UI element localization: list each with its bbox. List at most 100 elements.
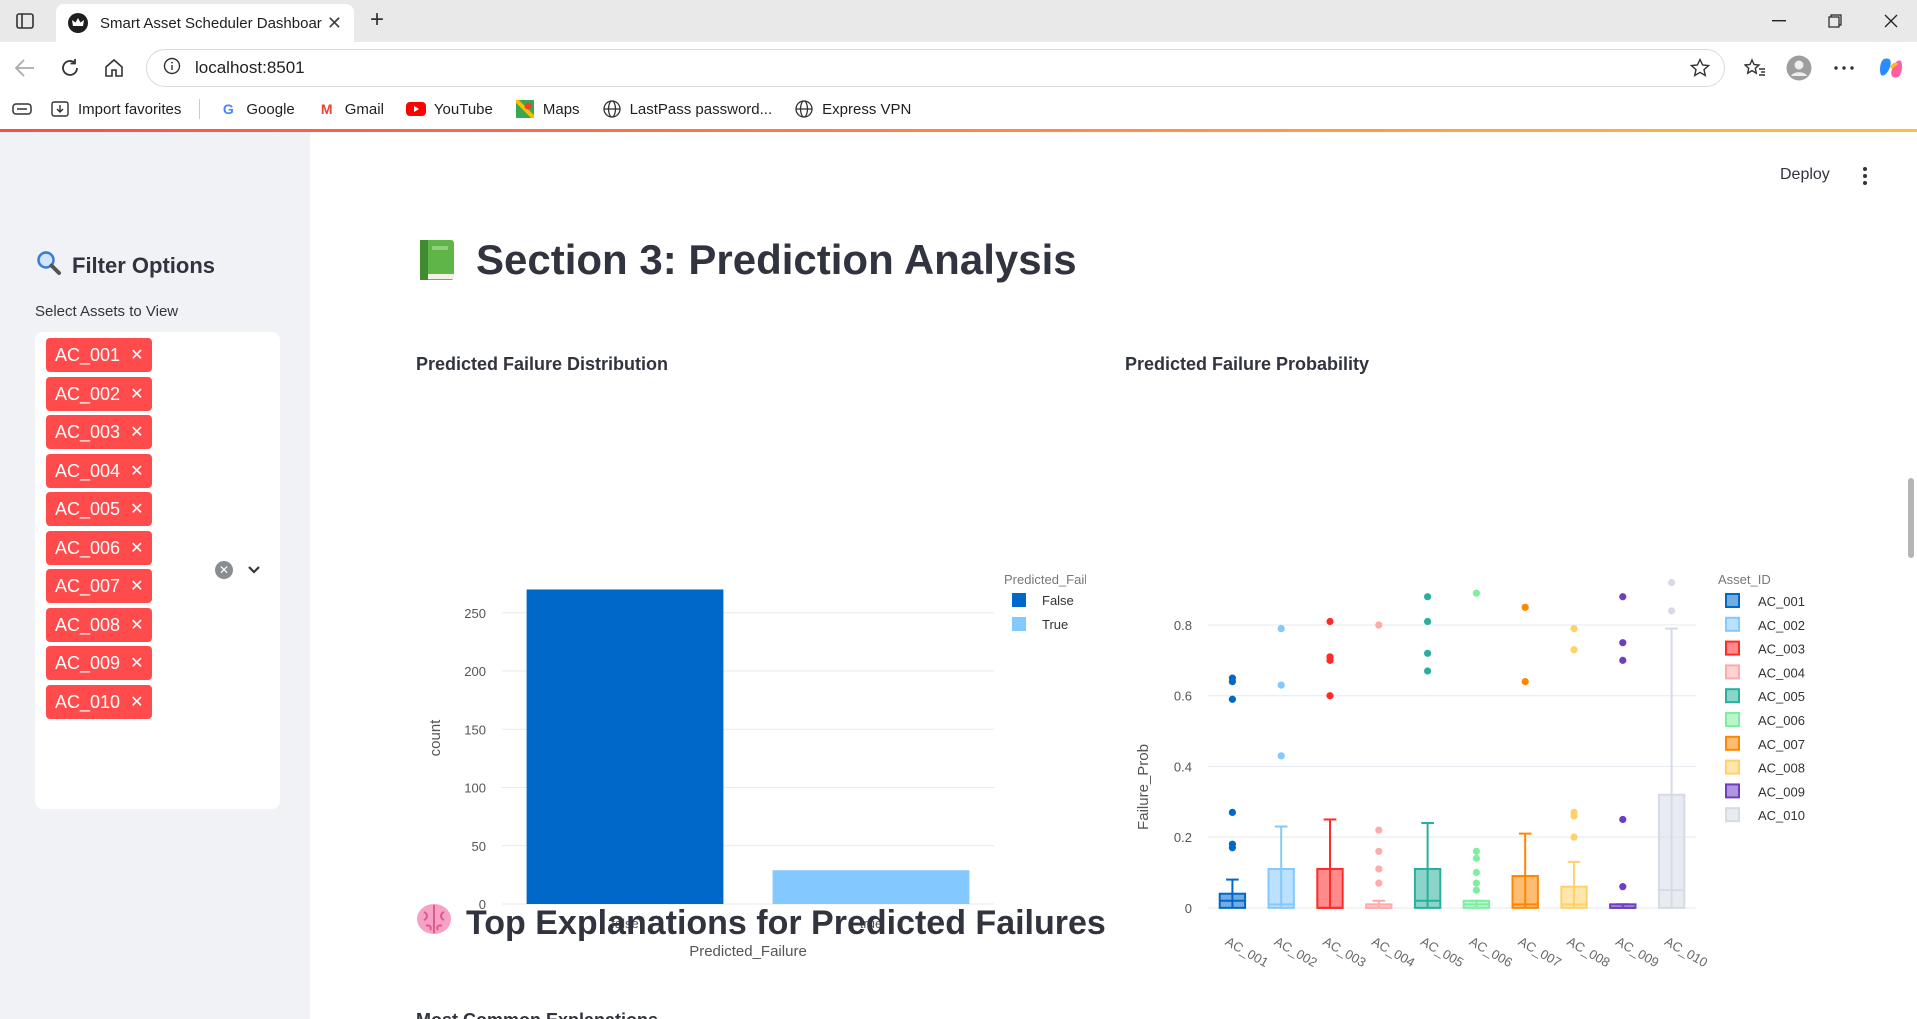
y-tick-label: 0.2 [1174, 830, 1192, 845]
asset-chip[interactable]: AC_006 ✕ [46, 531, 153, 565]
tab-title: Smart Asset Scheduler Dashboard [100, 14, 322, 32]
import-icon [50, 99, 70, 119]
asset-chip[interactable]: AC_008 ✕ [46, 608, 153, 642]
restore-icon[interactable] [1820, 8, 1850, 34]
remove-chip-icon[interactable]: ✕ [130, 538, 143, 558]
legend-label: AC_005 [1758, 689, 1805, 704]
remove-chip-icon[interactable]: ✕ [130, 692, 143, 712]
outlier-point [1277, 681, 1285, 689]
globe-icon [794, 99, 814, 119]
legend-label: AC_004 [1758, 665, 1805, 680]
outlier-point [1521, 603, 1529, 611]
asset-chip[interactable]: AC_002 ✕ [46, 377, 153, 411]
streamlit-crown-icon [68, 13, 88, 33]
remove-chip-icon[interactable]: ✕ [130, 576, 143, 596]
site-info-icon[interactable] [163, 57, 181, 80]
legend-swatch [1725, 759, 1740, 775]
more-options-icon[interactable] [1831, 55, 1857, 81]
outlier-point [1424, 649, 1432, 657]
browser-tab-active[interactable]: Smart Asset Scheduler Dashboard ✕ [56, 4, 354, 42]
failure-distribution-chart[interactable]: 050100150200250false truePredicted_Failur… [406, 432, 1086, 972]
profile-avatar-icon[interactable] [1786, 55, 1812, 81]
legend-swatch [1725, 735, 1740, 751]
remove-chip-icon[interactable]: ✕ [130, 422, 143, 442]
asset-chip[interactable]: AC_003 ✕ [46, 415, 153, 449]
remove-chip-icon[interactable]: ✕ [130, 384, 143, 404]
remove-chip-icon[interactable]: ✕ [130, 615, 143, 635]
failure-probability-chart[interactable]: 00.20.40.60.8AC_001 AC_002 AC_003 AC_004 AC_… [1116, 432, 1856, 972]
outlier-point [1375, 847, 1383, 855]
bookmark-maps[interactable]: Maps [515, 99, 580, 119]
maps-icon [515, 99, 535, 119]
x-tick-label: AC_003 [1321, 934, 1369, 970]
asset-chip[interactable]: AC_001 ✕ [46, 338, 153, 372]
home-icon[interactable] [101, 55, 127, 81]
box-ac-009 [1609, 593, 1637, 909]
outlier-point [1375, 826, 1383, 834]
close-tab-icon[interactable]: ✕ [327, 13, 342, 34]
asset-chip[interactable]: AC_004 ✕ [46, 454, 153, 488]
legend-swatch [1012, 593, 1026, 607]
legend-swatch [1725, 807, 1740, 823]
bookmark-gmail[interactable]: M Gmail [317, 99, 384, 119]
sidebar-heading: Filter Options [36, 250, 215, 282]
bookmark-express-vpn[interactable]: Express VPN [794, 99, 911, 119]
remove-chip-icon[interactable]: ✕ [130, 499, 143, 519]
address-bar[interactable]: localhost:8501 [146, 49, 1725, 87]
outlier-point [1619, 815, 1627, 824]
legend-swatch [1725, 688, 1740, 704]
box [1267, 867, 1295, 909]
bookmark-star-icon[interactable] [1689, 57, 1711, 83]
bar [772, 870, 970, 904]
outlier-point [1619, 883, 1627, 891]
legend-label: AC_003 [1758, 642, 1805, 657]
bar [526, 589, 724, 904]
outlier-point [1228, 808, 1236, 817]
legend-title: Asset_ID [1718, 572, 1771, 587]
outlier-point [1619, 639, 1627, 647]
asset-chip[interactable]: AC_009 ✕ [46, 646, 153, 680]
legend-swatch [1725, 664, 1740, 680]
bookmark-youtube[interactable]: YouTube [405, 99, 493, 119]
legend-label: AC_007 [1758, 737, 1805, 752]
legend-label: AC_002 [1758, 618, 1805, 633]
chevron-down-icon[interactable] [246, 562, 262, 578]
main-menu-icon[interactable] [1862, 166, 1872, 186]
remove-chip-icon[interactable]: ✕ [130, 653, 143, 673]
new-tab-icon[interactable]: + [364, 8, 390, 34]
legend-label: AC_009 [1758, 784, 1805, 799]
y-tick-label: 200 [464, 664, 486, 679]
page-scrollbar[interactable] [1908, 478, 1914, 558]
back-icon[interactable] [12, 55, 38, 81]
asset-multiselect[interactable]: AC_001 ✕ AC_002 ✕ AC_003 ✕ AC_004 ✕ AC_005 ✕ … [35, 332, 280, 809]
x-tick-label: AC_009 [1613, 934, 1661, 970]
clear-selection-icon[interactable]: ✕ [215, 561, 233, 579]
outlier-point [1472, 589, 1480, 597]
asset-chip[interactable]: AC_005 ✕ [46, 492, 153, 526]
bookmark-import-favorites[interactable]: Import favorites [50, 99, 181, 119]
bookmark-google[interactable]: G Google [218, 99, 295, 119]
legend-label: AC_008 [1758, 761, 1805, 776]
copilot-icon[interactable] [1878, 55, 1904, 81]
bookmarks-divider [199, 99, 201, 119]
asset-chip[interactable]: AC_007 ✕ [46, 569, 153, 603]
x-tick-label: AC_004 [1369, 934, 1417, 970]
tab-actions-icon[interactable] [12, 9, 38, 33]
reload-icon[interactable] [57, 55, 83, 81]
remove-chip-icon[interactable]: ✕ [130, 461, 143, 481]
minimize-icon[interactable] [1764, 8, 1794, 34]
deploy-button[interactable]: Deploy [1780, 166, 1830, 184]
close-window-icon[interactable] [1876, 8, 1906, 34]
box-ac-004 [1365, 621, 1393, 909]
favorites-icon[interactable] [1742, 55, 1768, 81]
outlier-point [1668, 607, 1676, 615]
asset-chip[interactable]: AC_010 ✕ [46, 685, 153, 719]
legend-label: False [1042, 593, 1074, 608]
remove-chip-icon[interactable]: ✕ [130, 345, 143, 365]
legend-swatch [1725, 712, 1740, 727]
bookmark-lastpass[interactable]: LastPass password... [602, 99, 772, 119]
legend-label: AC_001 [1758, 594, 1805, 609]
url-text: localhost:8501 [195, 58, 305, 77]
reading-list-icon[interactable] [12, 101, 32, 117]
outlier-point [1375, 879, 1383, 887]
